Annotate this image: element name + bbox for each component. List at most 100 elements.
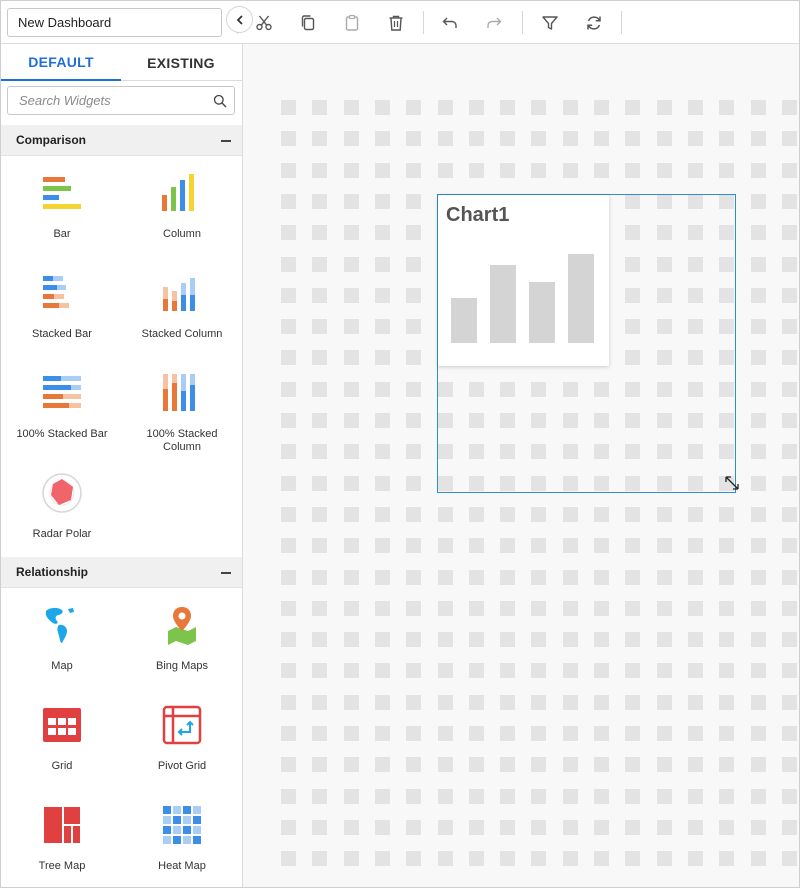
widget-map[interactable]: Map: [2, 593, 122, 689]
canvas-grid-dot: [406, 287, 422, 303]
widget-label: 100% Stacked Bar: [16, 428, 108, 440]
canvas-grid-dot: [437, 851, 453, 867]
copy-button[interactable]: [296, 11, 320, 35]
widget-bar[interactable]: Bar: [2, 161, 122, 257]
canvas-grid-dot: [656, 162, 672, 178]
canvas-grid-dot: [625, 663, 641, 679]
canvas-grid-dot: [781, 788, 797, 804]
undo-icon: [442, 17, 457, 28]
canvas-grid-dot: [656, 819, 672, 835]
canvas-grid-dot: [437, 788, 453, 804]
dashboard-canvas[interactable]: Chart1: [243, 44, 799, 887]
paste-button[interactable]: [340, 11, 364, 35]
canvas-grid-dot: [468, 600, 484, 616]
canvas-grid-dot: [406, 381, 422, 397]
canvas-grid-dot: [406, 726, 422, 741]
widget-100-stacked-column[interactable]: 100% Stacked Column: [122, 361, 242, 457]
canvas-grid-dot: [531, 851, 547, 867]
collapse-group-icon[interactable]: [221, 567, 231, 577]
canvas-grid-dot: [562, 663, 578, 679]
undo-button[interactable]: [438, 11, 462, 35]
canvas-grid-dot: [781, 475, 797, 491]
canvas-grid-dot: [781, 632, 797, 648]
canvas-grid-dot: [281, 193, 296, 209]
canvas-grid-dot: [312, 319, 328, 335]
widget-radar-polar[interactable]: Radar Polar: [2, 461, 122, 557]
hundred-percent-stacked-column-icon: [163, 374, 195, 411]
canvas-grid-dot: [656, 726, 672, 741]
group-header-comparison[interactable]: Comparison: [1, 125, 242, 156]
redo-button[interactable]: [482, 11, 506, 35]
canvas-grid-dot: [343, 193, 359, 209]
canvas-grid-dot: [437, 569, 453, 585]
canvas-grid-dot: [594, 162, 609, 178]
chart-widget[interactable]: Chart1: [438, 195, 609, 366]
widget-100-stacked-bar[interactable]: 100% Stacked Bar: [2, 361, 122, 457]
widget-heat-map[interactable]: Heat Map: [122, 793, 242, 887]
canvas-grid-dot: [312, 694, 328, 710]
column-chart-icon: [162, 174, 194, 211]
widget-tree-map[interactable]: Tree Map: [2, 793, 122, 887]
canvas-grid-dot: [781, 162, 797, 178]
filter-button[interactable]: [538, 11, 562, 35]
canvas-grid-dot: [468, 819, 484, 835]
canvas-grid-dot: [562, 100, 578, 115]
canvas-grid-dot: [374, 757, 390, 773]
search-icon[interactable]: [213, 94, 227, 108]
canvas-grid-dot: [594, 100, 609, 115]
widget-stacked-column[interactable]: Stacked Column: [122, 261, 242, 357]
resize-handle-icon[interactable]: [723, 474, 741, 492]
canvas-grid-dot: [781, 851, 797, 867]
cut-button[interactable]: [252, 11, 276, 35]
delete-button[interactable]: [384, 11, 408, 35]
canvas-grid-dot: [781, 287, 797, 303]
collapse-sidebar-button[interactable]: [226, 6, 253, 33]
canvas-grid-dot: [468, 851, 484, 867]
chevron-left-icon: [236, 14, 243, 25]
canvas-grid-dot: [656, 600, 672, 616]
widget-grid[interactable]: Grid: [2, 693, 122, 789]
canvas-grid-dot: [374, 287, 390, 303]
canvas-grid-dot: [406, 632, 422, 648]
canvas-grid-dot: [281, 632, 296, 648]
canvas-grid-dot: [468, 757, 484, 773]
canvas-grid-dot: [719, 100, 735, 115]
widget-stacked-bar[interactable]: Stacked Bar: [2, 261, 122, 357]
copy-icon: [301, 15, 315, 31]
widget-pivot-grid[interactable]: Pivot Grid: [122, 693, 242, 789]
canvas-grid-dot: [500, 851, 516, 867]
canvas-grid-dot: [281, 319, 296, 335]
search-input[interactable]: [8, 87, 203, 114]
widget-label: Stacked Bar: [32, 328, 92, 340]
widget-bing-maps[interactable]: Bing Maps: [122, 593, 242, 689]
group-title: Comparison: [16, 133, 87, 147]
canvas-grid-dot: [343, 413, 359, 428]
collapse-group-icon[interactable]: [221, 135, 231, 145]
bing-maps-icon: [168, 607, 196, 645]
canvas-grid-dot: [500, 569, 516, 585]
widget-column[interactable]: Column: [122, 161, 242, 257]
toolbar-separator: [621, 11, 622, 34]
tree-map-icon: [44, 807, 80, 843]
canvas-grid-dot: [594, 726, 609, 741]
canvas-grid-dot: [562, 131, 578, 147]
canvas-grid-dot: [406, 444, 422, 460]
canvas-grid-dot: [374, 569, 390, 585]
canvas-grid-dot: [625, 162, 641, 178]
canvas-grid-dot: [781, 444, 797, 460]
canvas-grid-dot: [468, 131, 484, 147]
dashboard-name-input[interactable]: [7, 8, 222, 37]
canvas-grid-dot: [312, 350, 328, 366]
canvas-grid-dot: [687, 663, 703, 679]
tab-default[interactable]: DEFAULT: [1, 44, 121, 81]
refresh-button[interactable]: [582, 11, 606, 35]
canvas-grid-dot: [468, 100, 484, 115]
canvas-grid-dot: [781, 538, 797, 554]
group-header-relationship[interactable]: Relationship: [1, 557, 242, 588]
canvas-grid-dot: [687, 788, 703, 804]
canvas-grid-dot: [343, 256, 359, 272]
canvas-grid-dot: [374, 600, 390, 616]
tab-existing[interactable]: EXISTING: [121, 44, 241, 81]
canvas-grid-dot: [625, 600, 641, 616]
chart-widget-title: Chart1: [446, 204, 510, 226]
